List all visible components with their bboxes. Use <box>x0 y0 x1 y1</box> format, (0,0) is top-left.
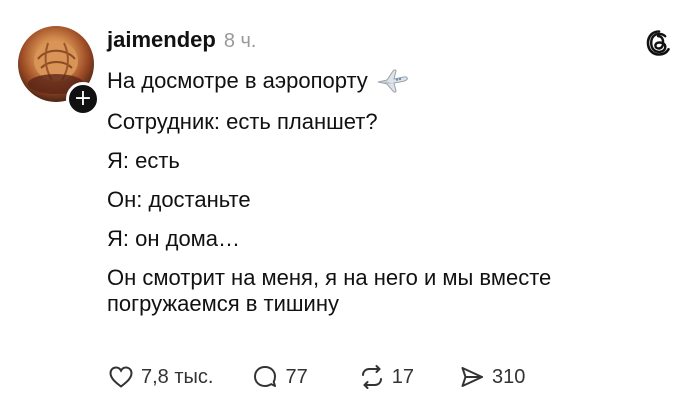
post-actions: 7,8 тыс. 77 17 310 <box>107 363 525 391</box>
like-count: 7,8 тыс. <box>141 365 214 388</box>
airplane-icon <box>377 69 408 93</box>
follow-plus-icon[interactable]: + <box>66 82 100 116</box>
reply-count: 77 <box>285 365 308 388</box>
repost-count: 17 <box>391 365 414 388</box>
post-line: Я: есть <box>107 148 180 173</box>
post-time: 8 ч. <box>223 30 257 52</box>
share-count: 310 <box>491 365 526 388</box>
repost-arrows-icon <box>361 365 382 389</box>
post-line: Он: достаньте <box>107 187 251 212</box>
post-line: Я: он дома… <box>107 226 241 251</box>
heart-icon <box>109 366 133 388</box>
threads-logo-icon[interactable] <box>644 28 674 58</box>
reply-button[interactable]: 77 <box>251 363 308 391</box>
like-button[interactable]: 7,8 тыс. <box>107 363 213 391</box>
post-line-text: На досмотре в аэропорту <box>107 68 368 93</box>
username[interactable]: jaimendep <box>107 27 216 53</box>
repost-button[interactable]: 17 <box>358 363 414 391</box>
comment-bubble-icon <box>254 366 277 387</box>
post-body: На досмотре в аэропорту Сотрудник: есть … <box>107 66 687 330</box>
avatar-container[interactable]: + <box>18 26 100 116</box>
post-header: jaimendep 8 ч. <box>107 27 256 53</box>
share-button[interactable]: 310 <box>458 363 525 391</box>
post-line: Сотрудник: есть планшет? <box>107 109 378 134</box>
send-icon <box>461 367 483 387</box>
post-line: На досмотре в аэропорту <box>107 66 687 96</box>
post-line: Он смотрит на меня, я на него и мы вмест… <box>107 265 552 316</box>
